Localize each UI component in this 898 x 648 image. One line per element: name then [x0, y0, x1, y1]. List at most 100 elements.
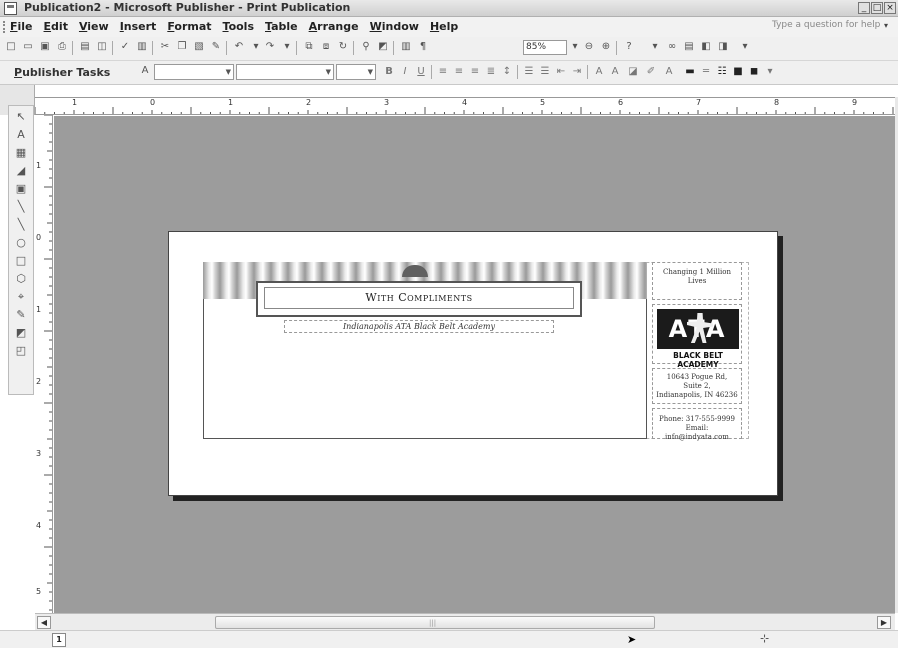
ask-dropdown-icon[interactable]: ▾ — [884, 21, 888, 30]
scroll-right-button[interactable]: ▶ — [877, 616, 891, 629]
contact-text-box[interactable]: Phone: 317-555-9999 Email: info@indyata.… — [652, 408, 742, 441]
hot-spot-icon[interactable]: ⌖ — [14, 290, 28, 304]
zoom-dropdown-icon[interactable]: ▾ — [568, 40, 582, 54]
save-icon[interactable]: ▣ — [38, 40, 52, 54]
zoom-select[interactable]: 85% — [523, 40, 567, 55]
insert-wordart-icon[interactable]: ◢ — [14, 164, 28, 178]
publisher-tasks-button[interactable]: Publisher Tasks — [14, 66, 110, 79]
align-right-icon[interactable]: ≡ — [469, 65, 481, 79]
toolbar-overflow-icon[interactable]: ▾ — [738, 40, 752, 54]
formatting-overflow-icon[interactable]: ▾ — [764, 65, 776, 79]
menu-edit[interactable]: Edit — [44, 19, 68, 34]
bold-button[interactable]: B — [383, 65, 395, 79]
publisher-app-icon[interactable] — [4, 2, 17, 15]
help-icon[interactable]: ? — [622, 40, 636, 54]
form-control-icon[interactable]: ◩ — [14, 326, 28, 340]
publication-page[interactable]: With Compliments Indianapolis ATA Black … — [168, 231, 778, 496]
fill-color-icon[interactable]: ◪ — [627, 65, 639, 79]
dash-style-icon[interactable]: ═ — [700, 65, 712, 79]
send-to-back-icon[interactable]: ⧈ — [319, 40, 333, 54]
oval-tool-icon[interactable]: ○ — [14, 236, 28, 250]
picture-frame-icon[interactable]: ▣ — [14, 182, 28, 196]
insert-hyperlink-icon[interactable]: ⚲ — [359, 40, 373, 54]
font-color-icon[interactable]: A — [663, 65, 675, 79]
menu-view[interactable]: View — [79, 19, 109, 34]
line-style-icon[interactable]: ▬ — [684, 65, 696, 79]
shadow-icon[interactable]: ◧ — [699, 40, 713, 54]
zoom-out-icon[interactable]: ⊖ — [582, 40, 596, 54]
logo-frame[interactable]: ATA BLACK BELT ACADEMY — [652, 304, 742, 369]
menu-help[interactable]: Help — [430, 19, 458, 34]
research-icon[interactable]: ◫ — [95, 40, 109, 54]
horizontal-scroll-thumb[interactable]: ||| — [215, 616, 655, 629]
html-code-fragment-icon[interactable]: ◰ — [14, 344, 28, 358]
copy-icon[interactable]: ❐ — [175, 40, 189, 54]
cut-icon[interactable]: ✂ — [158, 40, 172, 54]
address-text-box[interactable]: 10643 Pogue Rd, Suite 2, Indianapolis, I… — [652, 368, 742, 404]
undo-icon[interactable]: ↶ — [232, 40, 246, 54]
line-spacing-icon[interactable]: ↕ — [501, 65, 513, 79]
merge-icon[interactable]: ▤ — [682, 40, 696, 54]
maximize-button[interactable]: □ — [871, 2, 883, 14]
special-characters-icon[interactable]: ¶ — [416, 40, 430, 54]
arrow-tool-icon[interactable]: ╲ — [14, 218, 28, 232]
justify-icon[interactable]: ≣ — [485, 65, 497, 79]
increase-indent-icon[interactable]: ⇥ — [571, 65, 583, 79]
menu-tools[interactable]: Tools — [223, 19, 254, 34]
close-button[interactable]: × — [884, 2, 896, 14]
rotate-icon[interactable]: ↻ — [336, 40, 350, 54]
insert-picture-icon[interactable]: ◩ — [376, 40, 390, 54]
undo-dropdown-icon[interactable]: ▾ — [249, 40, 263, 54]
ask-question-box[interactable]: Type a question for help — [772, 20, 882, 30]
style-select[interactable]: ▼ — [154, 64, 234, 80]
new-icon[interactable]: □ — [4, 40, 18, 54]
design-gallery-icon[interactable]: ✎ — [14, 308, 28, 322]
underline-button[interactable]: U — [415, 65, 427, 79]
columns-icon[interactable]: ▥ — [399, 40, 413, 54]
decrease-indent-icon[interactable]: ⇤ — [555, 65, 567, 79]
bring-to-front-icon[interactable]: ⧉ — [302, 40, 316, 54]
line-tool-icon[interactable]: ╲ — [14, 200, 28, 214]
menu-insert[interactable]: Insert — [120, 19, 157, 34]
tagline-text-box[interactable]: Changing 1 Million Lives — [652, 262, 742, 300]
publication-workspace[interactable]: With Compliments Indianapolis ATA Black … — [54, 116, 895, 613]
styles-icon[interactable]: A — [138, 64, 152, 78]
connect-icon[interactable]: ∞ — [665, 40, 679, 54]
arrow-style-icon[interactable]: ☷ — [716, 65, 728, 79]
academy-name-text[interactable]: Indianapolis ATA Black Belt Academy — [284, 320, 554, 333]
print-preview-icon[interactable]: ▤ — [78, 40, 92, 54]
text-box-icon[interactable]: A — [14, 128, 28, 142]
horizontal-scrollbar[interactable]: ◀ ||| ▶ — [35, 613, 895, 630]
menu-format[interactable]: Format — [167, 19, 211, 34]
menu-table[interactable]: Table — [265, 19, 298, 34]
three-d-style-icon[interactable]: ◼ — [748, 65, 760, 79]
paste-icon[interactable]: ▧ — [192, 40, 206, 54]
menu-window[interactable]: Window — [370, 19, 419, 34]
menu-arrange[interactable]: Arrange — [309, 19, 359, 34]
numbering-icon[interactable]: ☰ — [523, 65, 535, 79]
align-left-icon[interactable]: ≡ — [437, 65, 449, 79]
autoshapes-icon[interactable]: ⬡ — [14, 272, 28, 286]
toolbar-options-icon[interactable]: ▾ — [648, 40, 662, 54]
grow-font-icon[interactable]: A — [609, 65, 621, 79]
align-center-icon[interactable]: ≡ — [453, 65, 465, 79]
redo-dropdown-icon[interactable]: ▾ — [280, 40, 294, 54]
zoom-in-icon[interactable]: ⊕ — [599, 40, 613, 54]
spelling-icon[interactable]: ✓ — [118, 40, 132, 54]
format-painter-icon[interactable]: ✎ — [209, 40, 223, 54]
menu-file[interactable]: File — [10, 19, 33, 34]
menu-grip-handle[interactable] — [3, 21, 6, 33]
redo-icon[interactable]: ↷ — [263, 40, 277, 54]
insert-table-icon[interactable]: ▦ — [14, 146, 28, 160]
vertical-ruler[interactable]: 1 0 1 2 3 4 5 — [35, 115, 53, 613]
scroll-left-button[interactable]: ◀ — [37, 616, 51, 629]
line-color-icon[interactable]: ✐ — [645, 65, 657, 79]
horizontal-ruler[interactable]: 1 0 1 2 3 4 5 6 7 8 9 — [35, 97, 895, 115]
italic-button[interactable]: I — [399, 65, 411, 79]
print-icon[interactable]: ⎙ — [55, 40, 69, 54]
page-navigation-button[interactable]: 1 — [52, 633, 66, 647]
three-d-icon[interactable]: ◨ — [716, 40, 730, 54]
shadow-style-icon[interactable]: ■ — [732, 65, 744, 79]
font-size-select[interactable]: ▼ — [336, 64, 376, 80]
font-select[interactable]: ▼ — [236, 64, 334, 80]
